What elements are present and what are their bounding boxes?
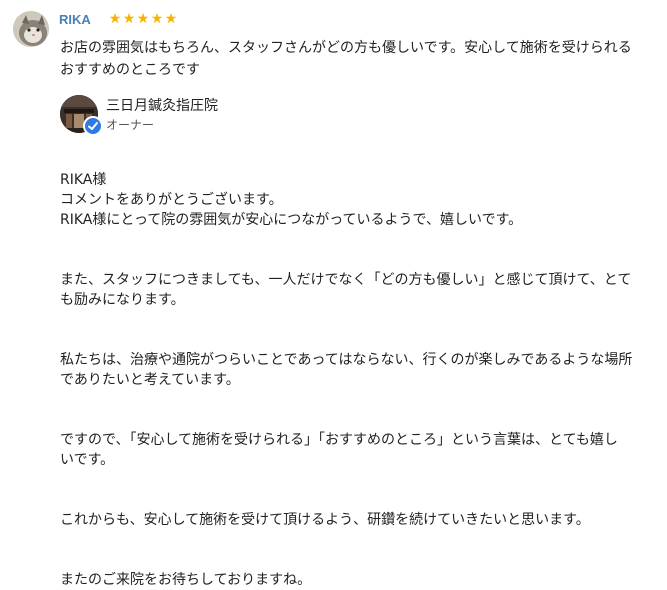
- cat-photo-icon: [13, 11, 49, 47]
- reply-salutation: RIKA様: [60, 172, 107, 188]
- reply-line: ですので、「安心して施術を受けられる」「おすすめのところ」という言葉は、とても嬉…: [60, 432, 618, 448]
- reviewer-name[interactable]: RIKA: [59, 12, 91, 27]
- reply-line: 私たちは、治療や通院がつらいことであってはならない、行くのが楽しみであるような場…: [60, 352, 633, 368]
- reply-line: またのご来院をお待ちしておりますね。: [60, 572, 312, 588]
- reply-line: コメントをありがとうございます。: [60, 192, 283, 208]
- reply-line: も励みになります。: [60, 292, 185, 308]
- star-icon: ★: [122, 11, 136, 27]
- star-rating: ★★★★★: [108, 10, 178, 28]
- reply-line: RIKA様にとって院の雰囲気が安心につながっているようで、嬉しいです。: [60, 212, 523, 228]
- review-text-line: おすすめのところです: [60, 62, 200, 78]
- star-icon: ★: [164, 11, 178, 27]
- star-icon: ★: [108, 11, 122, 27]
- review-text-line: お店の雰囲気はもちろん、スタッフさんがどの方も優しいです。安心して施術を受けられ…: [60, 40, 632, 56]
- owner-role-label: オーナー: [106, 118, 155, 132]
- owner-reply: RIKA様 コメントをありがとうございます。 RIKA様にとって院の雰囲気が安心…: [60, 170, 660, 590]
- reply-line: いです。: [60, 452, 115, 468]
- review-text: お店の雰囲気はもちろん、スタッフさんがどの方も優しいです。安心して施術を受けられ…: [60, 37, 660, 81]
- reply-line: でありたいと考えています。: [60, 372, 240, 388]
- star-icon: ★: [150, 11, 164, 27]
- reviewer-avatar[interactable]: [13, 11, 49, 47]
- star-icon: ★: [136, 11, 150, 27]
- verified-badge-icon: [83, 116, 103, 136]
- reply-line: これからも、安心して施術を受けて頂けるよう、研鑽を続けていきたいと思います。: [60, 512, 590, 528]
- reply-line: また、スタッフにつきましても、一人だけでなく「どの方も優しい」と感じて頂けて、と…: [60, 272, 632, 288]
- owner-name[interactable]: 三日月鍼灸指圧院: [106, 95, 218, 115]
